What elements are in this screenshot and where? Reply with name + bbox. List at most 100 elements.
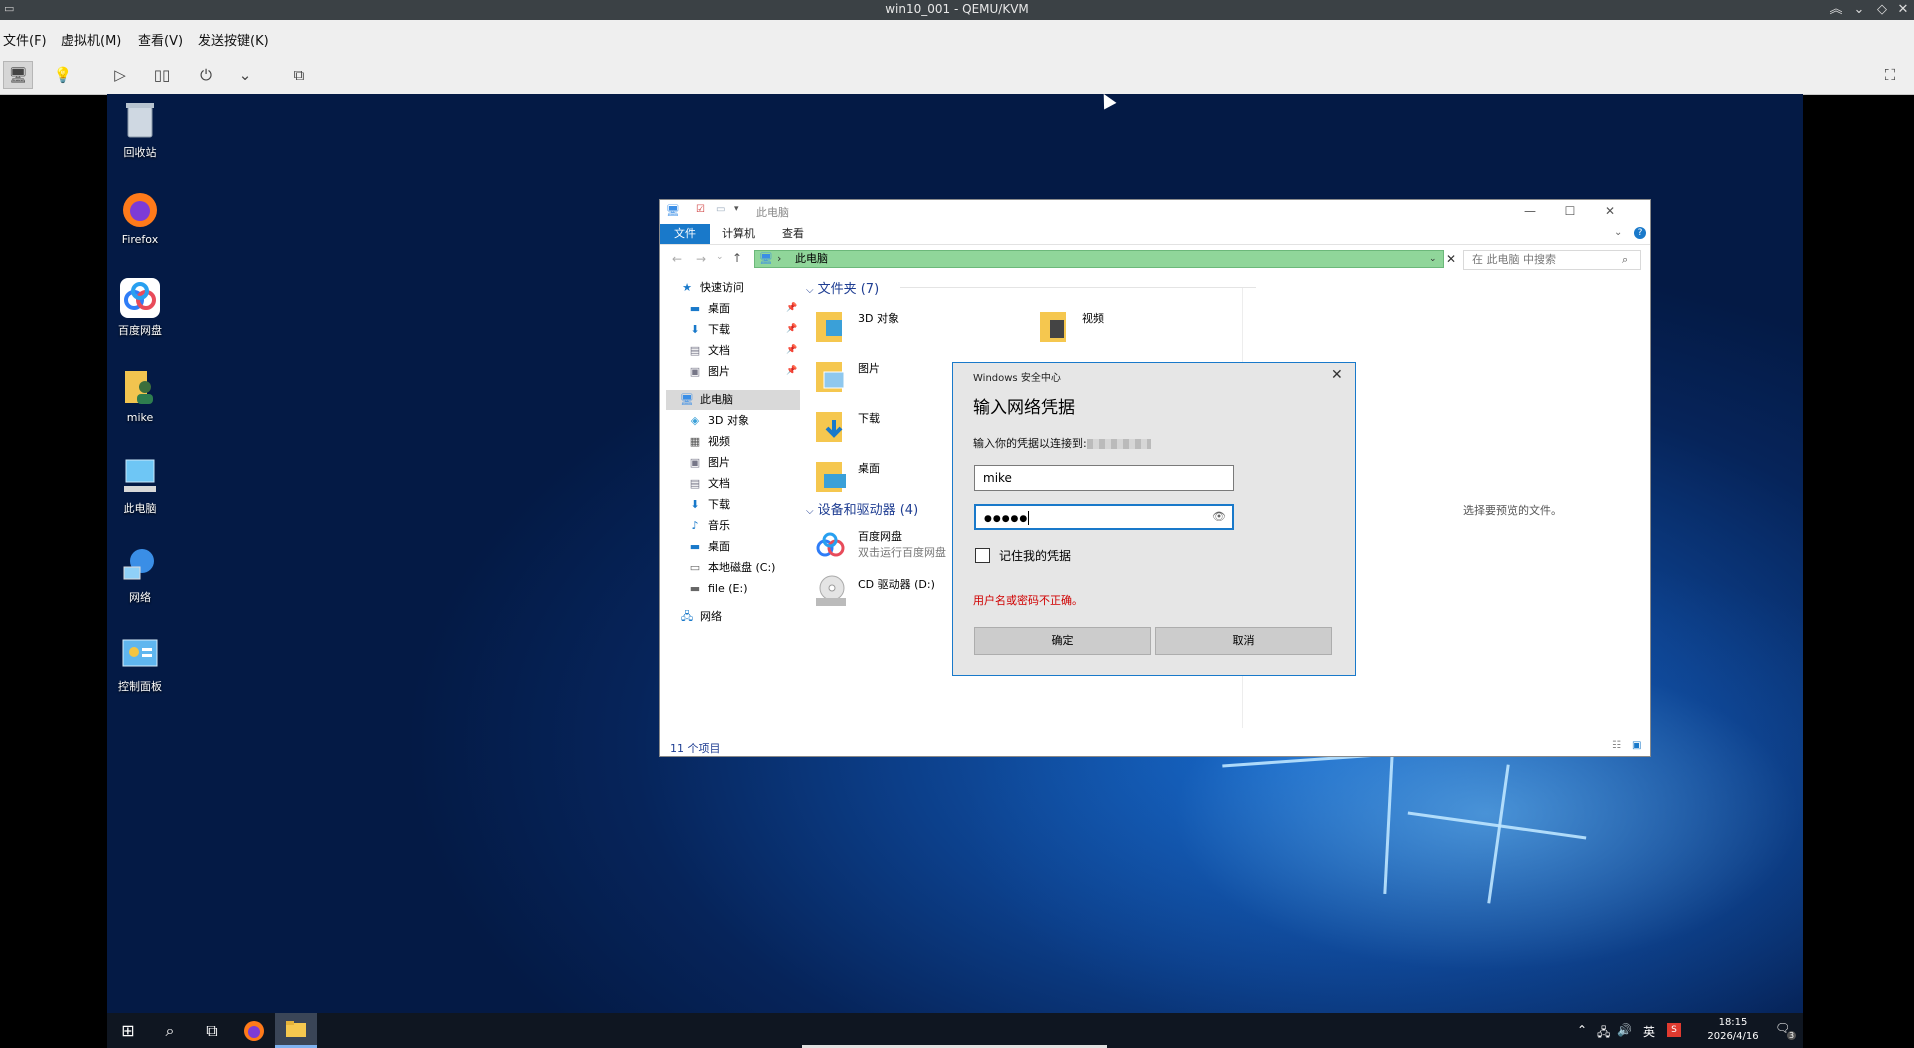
- group-devices[interactable]: ⌵ 设备和驱动器 (4): [806, 499, 918, 518]
- shutdown-icon[interactable]: ⏻: [191, 61, 221, 89]
- navigation-pane: ★ 快速访问 ▬ 桌面 📌 ⬇ 下载 📌 ▤ 文档 📌 ▣ 图片 📌 🖥 此电脑 ◈ 3D 对…: [660, 281, 800, 728]
- maximize-icon[interactable]: ☐: [1550, 200, 1590, 222]
- console-view-icon[interactable]: 🖥: [3, 61, 33, 89]
- taskbar-file-explorer[interactable]: [275, 1013, 317, 1048]
- checkbox-box[interactable]: [975, 548, 990, 563]
- tab-file[interactable]: 文件: [660, 224, 710, 244]
- desktop-icon-baidu-netdisk[interactable]: 百度网盘: [107, 278, 173, 338]
- nav-quick-desktop[interactable]: ▬ 桌面: [688, 299, 730, 319]
- nav-pc-3d-objects[interactable]: ◈ 3D 对象: [688, 411, 749, 431]
- back-icon[interactable]: ←: [672, 252, 682, 266]
- address-bar[interactable]: 🖥 › 此电脑 ⌄: [754, 250, 1444, 268]
- desktop-icon-this-pc[interactable]: 此电脑: [107, 456, 173, 516]
- nav-pc-documents[interactable]: ▤ 文档: [688, 474, 730, 494]
- taskbar-firefox[interactable]: [233, 1013, 275, 1048]
- large-icons-view-icon[interactable]: ▣: [1632, 740, 1641, 751]
- task-view-button[interactable]: ⧉: [191, 1013, 233, 1048]
- menu-file[interactable]: 文件(F): [3, 30, 47, 49]
- up-icon[interactable]: ↑: [732, 251, 742, 265]
- close-icon[interactable]: ✕: [1331, 367, 1343, 383]
- error-message: 用户名或密码不正确。: [973, 594, 1083, 607]
- qat-dropdown-icon[interactable]: ▾: [734, 204, 739, 214]
- properties-icon[interactable]: ☑: [696, 204, 705, 215]
- maximize-icon[interactable]: ◇: [1872, 0, 1892, 20]
- nav-network[interactable]: 🖧 网络: [680, 607, 722, 627]
- menu-view[interactable]: 查看(V): [138, 30, 183, 49]
- desktop-icon-network[interactable]: 网络: [107, 545, 173, 605]
- nav-pc-desktop[interactable]: ▬ 桌面: [688, 537, 730, 557]
- volume-icon[interactable]: 🔊: [1617, 1023, 1632, 1037]
- taskbar: ⊞ ⌕ ⧉ ⌃ 🖧 🔊 英 S 18:15 2026/4/16 🗨 3: [107, 1013, 1803, 1048]
- tab-computer[interactable]: 计算机: [712, 224, 765, 244]
- minimize-icon[interactable]: —: [1510, 200, 1550, 222]
- nav-quick-documents[interactable]: ▤ 文档: [688, 341, 730, 361]
- qemu-titlebar: ▭ win10_001 - QEMU/KVM ︽ ⌄ ◇ ✕: [0, 0, 1914, 20]
- tab-view[interactable]: 查看: [772, 224, 814, 244]
- new-folder-icon[interactable]: ▭: [716, 204, 725, 215]
- password-field[interactable]: ●●●●● 👁: [974, 504, 1234, 530]
- search-input[interactable]: 在 此电脑 中搜索 ⌕: [1463, 250, 1641, 270]
- desktop-icon-recycle-bin[interactable]: 回收站: [107, 100, 173, 160]
- clock[interactable]: 18:15 2026/4/16: [1697, 1016, 1769, 1044]
- clear-address-icon[interactable]: ✕: [1446, 252, 1456, 266]
- forward-icon[interactable]: →: [696, 252, 706, 266]
- search-button[interactable]: ⌕: [149, 1013, 191, 1048]
- desktop-icon-firefox[interactable]: Firefox: [107, 189, 173, 246]
- shutdown-menu-chevron-icon[interactable]: ⌄: [230, 61, 260, 89]
- explorer-titlebar: 🖥 ☑ ▭ ▾ 此电脑 — ☐ ✕: [660, 200, 1650, 222]
- ok-button[interactable]: 确定: [974, 627, 1151, 655]
- minimize-icon[interactable]: ⌄: [1849, 0, 1869, 20]
- pin-icon: 📌: [786, 303, 798, 313]
- desktop-icon-control-panel[interactable]: 控制面板: [107, 634, 173, 694]
- video-icon: ▦: [689, 435, 701, 448]
- run-icon[interactable]: ▷: [105, 61, 135, 89]
- nav-pc-local-disk-c[interactable]: ▭ 本地磁盘 (C:): [688, 558, 776, 578]
- clock-time: 18:15: [1718, 1017, 1748, 1028]
- details-view-icon[interactable]: 💡: [48, 61, 78, 89]
- menu-vm[interactable]: 虚拟机(M): [61, 30, 121, 49]
- recent-locations-icon[interactable]: ⌄: [716, 252, 724, 262]
- download-icon: ⬇: [690, 323, 700, 336]
- start-button[interactable]: ⊞: [107, 1013, 149, 1048]
- show-hidden-icons-icon[interactable]: ⌃: [1577, 1023, 1587, 1037]
- firefox-icon: [120, 189, 160, 229]
- nav-pc-file-e[interactable]: ▬ file (E:): [688, 579, 748, 599]
- sogou-ime-icon[interactable]: S: [1667, 1023, 1681, 1037]
- reveal-password-icon[interactable]: 👁: [1212, 506, 1226, 528]
- nav-quick-pictures[interactable]: ▣ 图片: [688, 362, 730, 382]
- nav-quick-access[interactable]: ★ 快速访问: [680, 278, 744, 298]
- group-divider: [900, 287, 1256, 288]
- keep-above-icon[interactable]: ︽: [1826, 0, 1846, 20]
- network-icon: 🖧: [680, 610, 694, 623]
- nav-pc-music[interactable]: ♪ 音乐: [688, 516, 730, 536]
- snapshot-icon[interactable]: ⧉: [284, 61, 314, 89]
- fullscreen-icon[interactable]: ⛶: [1875, 61, 1905, 89]
- nav-pc-pictures[interactable]: ▣ 图片: [688, 453, 730, 473]
- star-icon: ★: [682, 281, 692, 294]
- details-view-icon[interactable]: ☷: [1612, 740, 1621, 751]
- nav-this-pc[interactable]: 🖥 此电脑: [666, 390, 800, 410]
- redacted-server-name: [1086, 439, 1151, 449]
- nav-pc-downloads[interactable]: ⬇ 下载: [688, 495, 730, 515]
- desktop-icon-user-mike[interactable]: mike: [107, 367, 173, 424]
- menu-send-key[interactable]: 发送按键(K): [198, 30, 269, 49]
- pause-icon[interactable]: ▯▯: [147, 61, 177, 89]
- ime-indicator[interactable]: 英: [1643, 1023, 1655, 1040]
- close-icon[interactable]: ✕: [1893, 0, 1913, 20]
- nav-quick-downloads[interactable]: ⬇ 下载: [688, 320, 730, 340]
- nav-pc-videos[interactable]: ▦ 视频: [688, 432, 730, 452]
- group-folders[interactable]: ⌵ 文件夹 (7): [806, 278, 879, 297]
- ribbon-expand-icon[interactable]: ⌄: [1614, 227, 1622, 238]
- help-icon[interactable]: ?: [1634, 227, 1646, 239]
- close-icon[interactable]: ✕: [1590, 200, 1630, 222]
- address-text: 此电脑: [795, 252, 828, 265]
- username-field[interactable]: mike: [974, 465, 1234, 491]
- window-title: win10_001 - QEMU/KVM: [885, 2, 1029, 16]
- explorer-title: 此电脑: [756, 206, 789, 219]
- cancel-button[interactable]: 取消: [1155, 627, 1332, 655]
- dialog-heading: 输入网络凭据: [973, 398, 1075, 418]
- network-status-icon[interactable]: 🖧: [1597, 1023, 1610, 1044]
- address-dropdown-icon[interactable]: ⌄: [1429, 251, 1437, 267]
- user-folder-icon: [120, 367, 160, 407]
- folder-desktop-icon: [816, 462, 846, 492]
